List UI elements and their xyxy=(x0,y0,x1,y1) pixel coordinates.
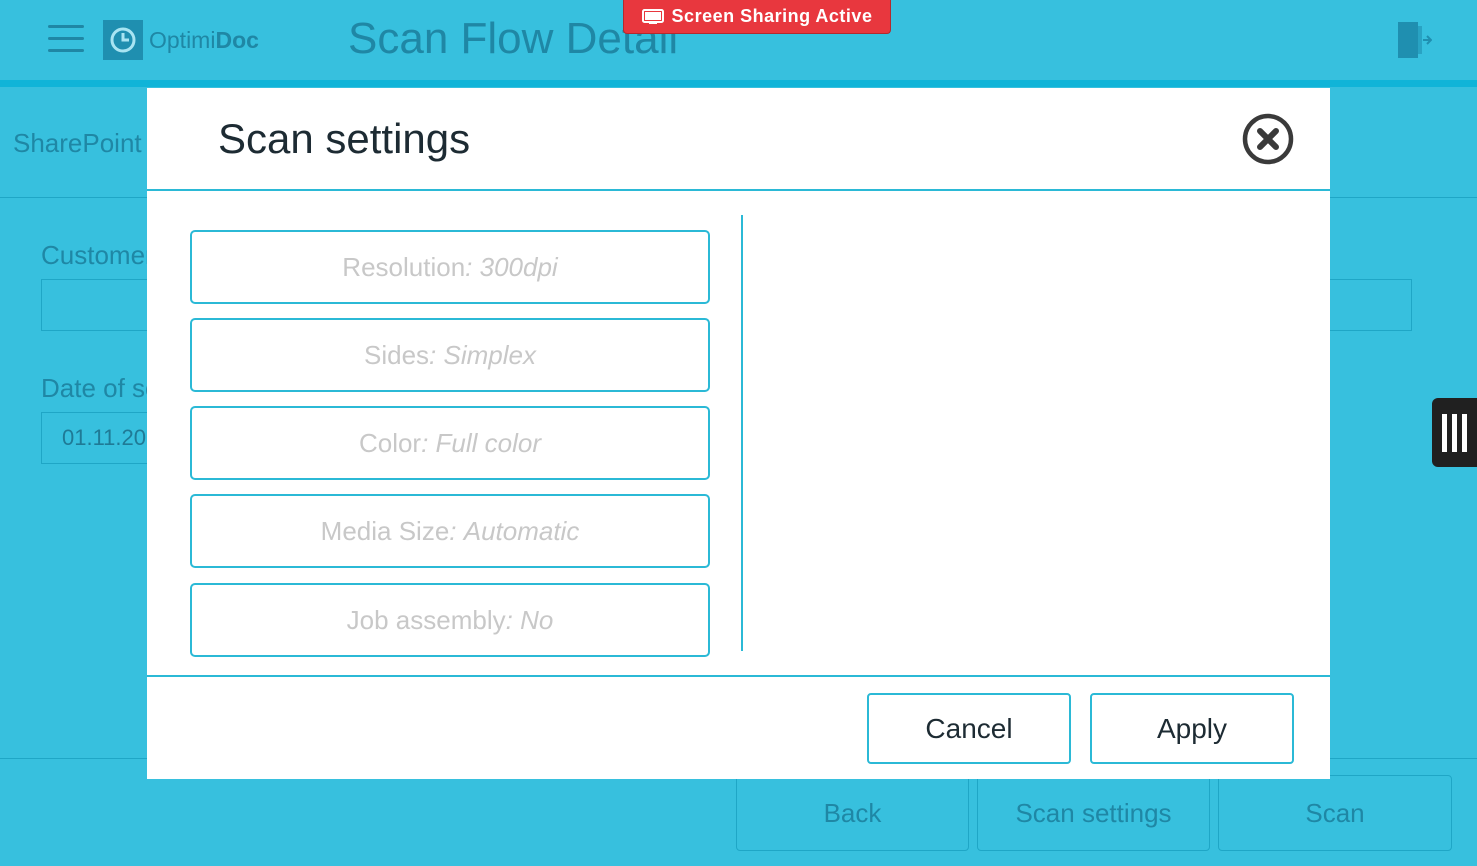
exit-icon[interactable] xyxy=(1396,20,1433,60)
logo-text: OptimiDoc xyxy=(149,26,259,53)
media-size-value: Automatic xyxy=(463,515,580,546)
media-size-setting-button[interactable]: Media Size: Automatic xyxy=(190,494,710,568)
logo-icon xyxy=(103,20,143,60)
media-size-label: Media Size xyxy=(320,515,450,546)
scan-settings-dialog: Scan settings Resolution: 300dpi Sides: … xyxy=(147,88,1330,779)
top-bar-divider xyxy=(0,80,1477,87)
cancel-button[interactable]: Cancel xyxy=(867,693,1071,764)
color-setting-button[interactable]: Color: Full color xyxy=(190,406,710,480)
resolution-label: Resolution xyxy=(342,251,466,282)
customer-label: Customer xyxy=(41,240,154,270)
color-label: Color xyxy=(358,427,422,458)
color-value: Full color xyxy=(435,427,542,458)
dialog-title: Scan settings xyxy=(218,115,471,162)
resolution-setting-button[interactable]: Resolution: 300dpi xyxy=(190,230,710,304)
app-logo: OptimiDoc xyxy=(103,20,259,60)
scan-settings-button[interactable]: Scan settings xyxy=(977,775,1210,851)
close-icon[interactable] xyxy=(1242,113,1294,165)
resolution-value: 300dpi xyxy=(479,251,558,282)
screen-share-icon xyxy=(641,8,664,24)
settings-divider xyxy=(741,215,743,651)
job-assembly-setting-button[interactable]: Job assembly: No xyxy=(190,583,710,657)
screen-sharing-label: Screen Sharing Active xyxy=(671,6,873,26)
side-handle-icon[interactable] xyxy=(1432,398,1477,467)
job-assembly-value: No xyxy=(520,604,554,635)
hamburger-icon[interactable] xyxy=(48,25,84,53)
sides-label: Sides xyxy=(364,339,430,370)
job-assembly-label: Job assembly xyxy=(346,604,506,635)
breadcrumb[interactable]: SharePoint xyxy=(13,128,142,159)
back-button[interactable]: Back xyxy=(736,775,969,851)
sides-value: Simplex xyxy=(443,339,536,370)
sides-setting-button[interactable]: Sides: Simplex xyxy=(190,318,710,392)
apply-button[interactable]: Apply xyxy=(1090,693,1294,764)
scan-button[interactable]: Scan xyxy=(1218,775,1452,851)
dialog-header: Scan settings xyxy=(147,88,1330,191)
screen-sharing-badge: Screen Sharing Active xyxy=(623,0,891,34)
